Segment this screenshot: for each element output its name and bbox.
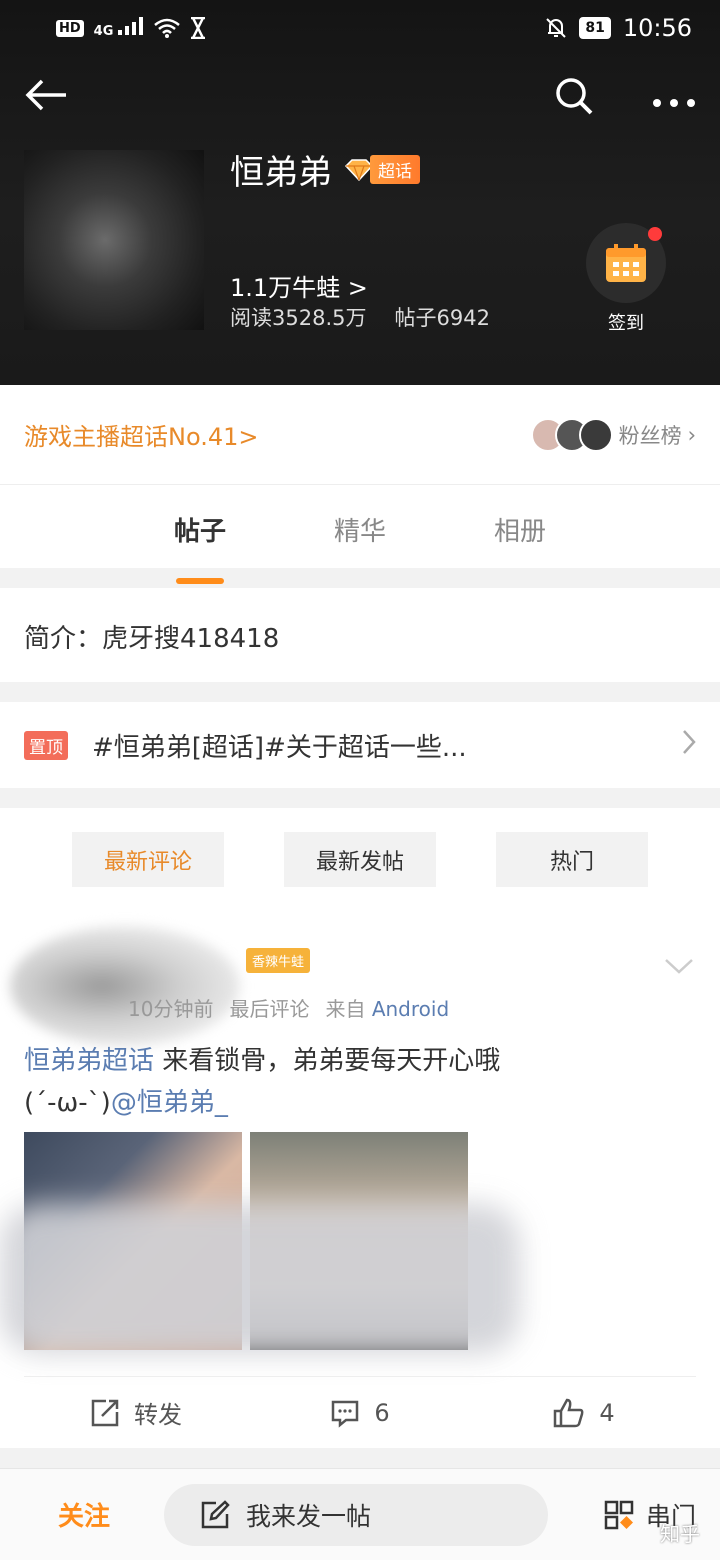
topic-stats: 阅读3528.5万 帖子6942 xyxy=(230,302,490,332)
edit-icon xyxy=(201,1499,230,1528)
post-time: 10分钟前 xyxy=(128,997,214,1021)
mute-bell-icon xyxy=(546,18,567,38)
like-count: 4 xyxy=(599,1398,615,1427)
filter-latest-post[interactable]: 最新发帖 xyxy=(284,832,436,887)
compose-button[interactable]: 我来发一帖 xyxy=(164,1483,548,1546)
follow-button[interactable]: 关注 xyxy=(24,1496,144,1533)
comment-button[interactable]: 6 xyxy=(248,1398,472,1428)
filter-hot[interactable]: 热门 xyxy=(496,832,648,887)
fan-level-badge: 香辣牛蛙 xyxy=(246,948,311,973)
repost-icon xyxy=(91,1399,119,1426)
post-emoticon: (´-ω-`) xyxy=(24,1088,111,1118)
pinned-tag: 置顶 xyxy=(24,730,68,760)
hourglass-icon xyxy=(190,17,205,39)
sort-filters: 最新评论 最新发帖 热门 xyxy=(72,832,648,887)
comment-count: 6 xyxy=(374,1398,390,1427)
grid-icon xyxy=(604,1500,634,1529)
rank-row: 游戏主播超话No.41> 粉丝榜 › xyxy=(0,385,720,485)
rank-link[interactable]: 游戏主播超话No.41> xyxy=(24,417,259,452)
mention-link[interactable]: @恒弟弟_ xyxy=(111,1088,228,1118)
topic-header: HD 4G 81 10:56 恒弟弟 超话 1.1万牛蛙 > 阅读3528.5万… xyxy=(0,0,720,385)
status-bar: HD 4G 81 10:56 xyxy=(56,12,692,44)
comment-icon xyxy=(332,1400,359,1428)
tab-bar: 帖子 精华 相册 xyxy=(0,485,720,568)
checkin-circle[interactable] xyxy=(586,223,666,303)
filter-latest-comment[interactable]: 最新评论 xyxy=(72,832,224,887)
last-comment-label: 最后评论 xyxy=(229,997,310,1021)
compose-label: 我来发一帖 xyxy=(246,1501,372,1531)
topic-link[interactable]: 恒弟弟超话 xyxy=(24,1046,154,1076)
chevron-right-icon xyxy=(682,729,696,762)
tab-featured[interactable]: 精华 xyxy=(334,511,386,568)
checkin-label: 签到 xyxy=(608,313,644,334)
wifi-icon xyxy=(154,18,180,38)
signal-bars-icon xyxy=(117,17,143,35)
post-source: 来自 Android xyxy=(325,997,450,1021)
hd-indicator: HD xyxy=(56,19,84,37)
battery-indicator: 81 xyxy=(579,17,611,39)
top-nav xyxy=(24,70,696,126)
fan-avatars xyxy=(530,417,613,452)
post-text-main: 来看锁骨，弟弟要每天开心哦 xyxy=(154,1046,501,1076)
more-icon[interactable] xyxy=(652,80,696,116)
blur-overlay xyxy=(0,1204,520,1354)
tab-album[interactable]: 相册 xyxy=(494,511,546,568)
clock: 10:56 xyxy=(622,14,692,42)
tab-posts[interactable]: 帖子 xyxy=(174,511,226,568)
chevron-down-icon[interactable] xyxy=(664,948,694,981)
checkin-button[interactable]: 签到 xyxy=(586,223,666,335)
fan-list-link[interactable]: 粉丝榜 › xyxy=(530,417,696,452)
notification-dot xyxy=(648,227,662,241)
signal-indicator: 4G xyxy=(94,17,144,39)
repost-button[interactable]: 转发 xyxy=(24,1395,248,1430)
search-icon[interactable] xyxy=(554,76,594,120)
read-count: 阅读3528.5万 xyxy=(230,306,367,330)
post-body[interactable]: 恒弟弟超话 来看锁骨，弟弟要每天开心哦 (´-ω-`)@恒弟弟_ xyxy=(24,1040,624,1124)
followers-link[interactable]: 1.1万牛蛙 > xyxy=(230,268,368,303)
like-button[interactable]: 4 xyxy=(472,1398,696,1428)
fan-list-label: 粉丝榜 xyxy=(618,423,682,448)
watermark: 知乎 xyxy=(660,1522,700,1546)
post-meta: 10分钟前 最后评论 来自 Android xyxy=(128,993,449,1022)
author-avatar[interactable] xyxy=(10,926,240,1046)
supertopic-badge: 超话 xyxy=(344,155,420,184)
topic-intro: 简介：虎牙搜418418 xyxy=(0,588,720,682)
thumbs-up-icon xyxy=(554,1398,584,1427)
repost-label: 转发 xyxy=(134,1401,182,1429)
post-count: 帖子6942 xyxy=(394,306,490,330)
chevron-right-icon: › xyxy=(687,422,696,447)
bottom-bar: 关注 我来发一帖 串门 xyxy=(0,1468,720,1560)
pinned-text: #恒弟弟[超话]#关于超话一些... xyxy=(92,732,467,763)
title-row: 恒弟弟 超话 xyxy=(230,145,420,194)
post-feed: 最新评论 最新发帖 热门 香辣牛蛙 10分钟前 最后评论 来自 Android … xyxy=(0,808,720,1448)
back-arrow-icon[interactable] xyxy=(24,76,68,120)
topic-avatar[interactable] xyxy=(24,150,204,330)
calendar-icon xyxy=(606,244,646,282)
topic-title: 恒弟弟 xyxy=(230,153,332,193)
post-actions: 转发 6 4 xyxy=(24,1376,696,1448)
pinned-post[interactable]: 置顶 #恒弟弟[超话]#关于超话一些... xyxy=(0,702,720,788)
